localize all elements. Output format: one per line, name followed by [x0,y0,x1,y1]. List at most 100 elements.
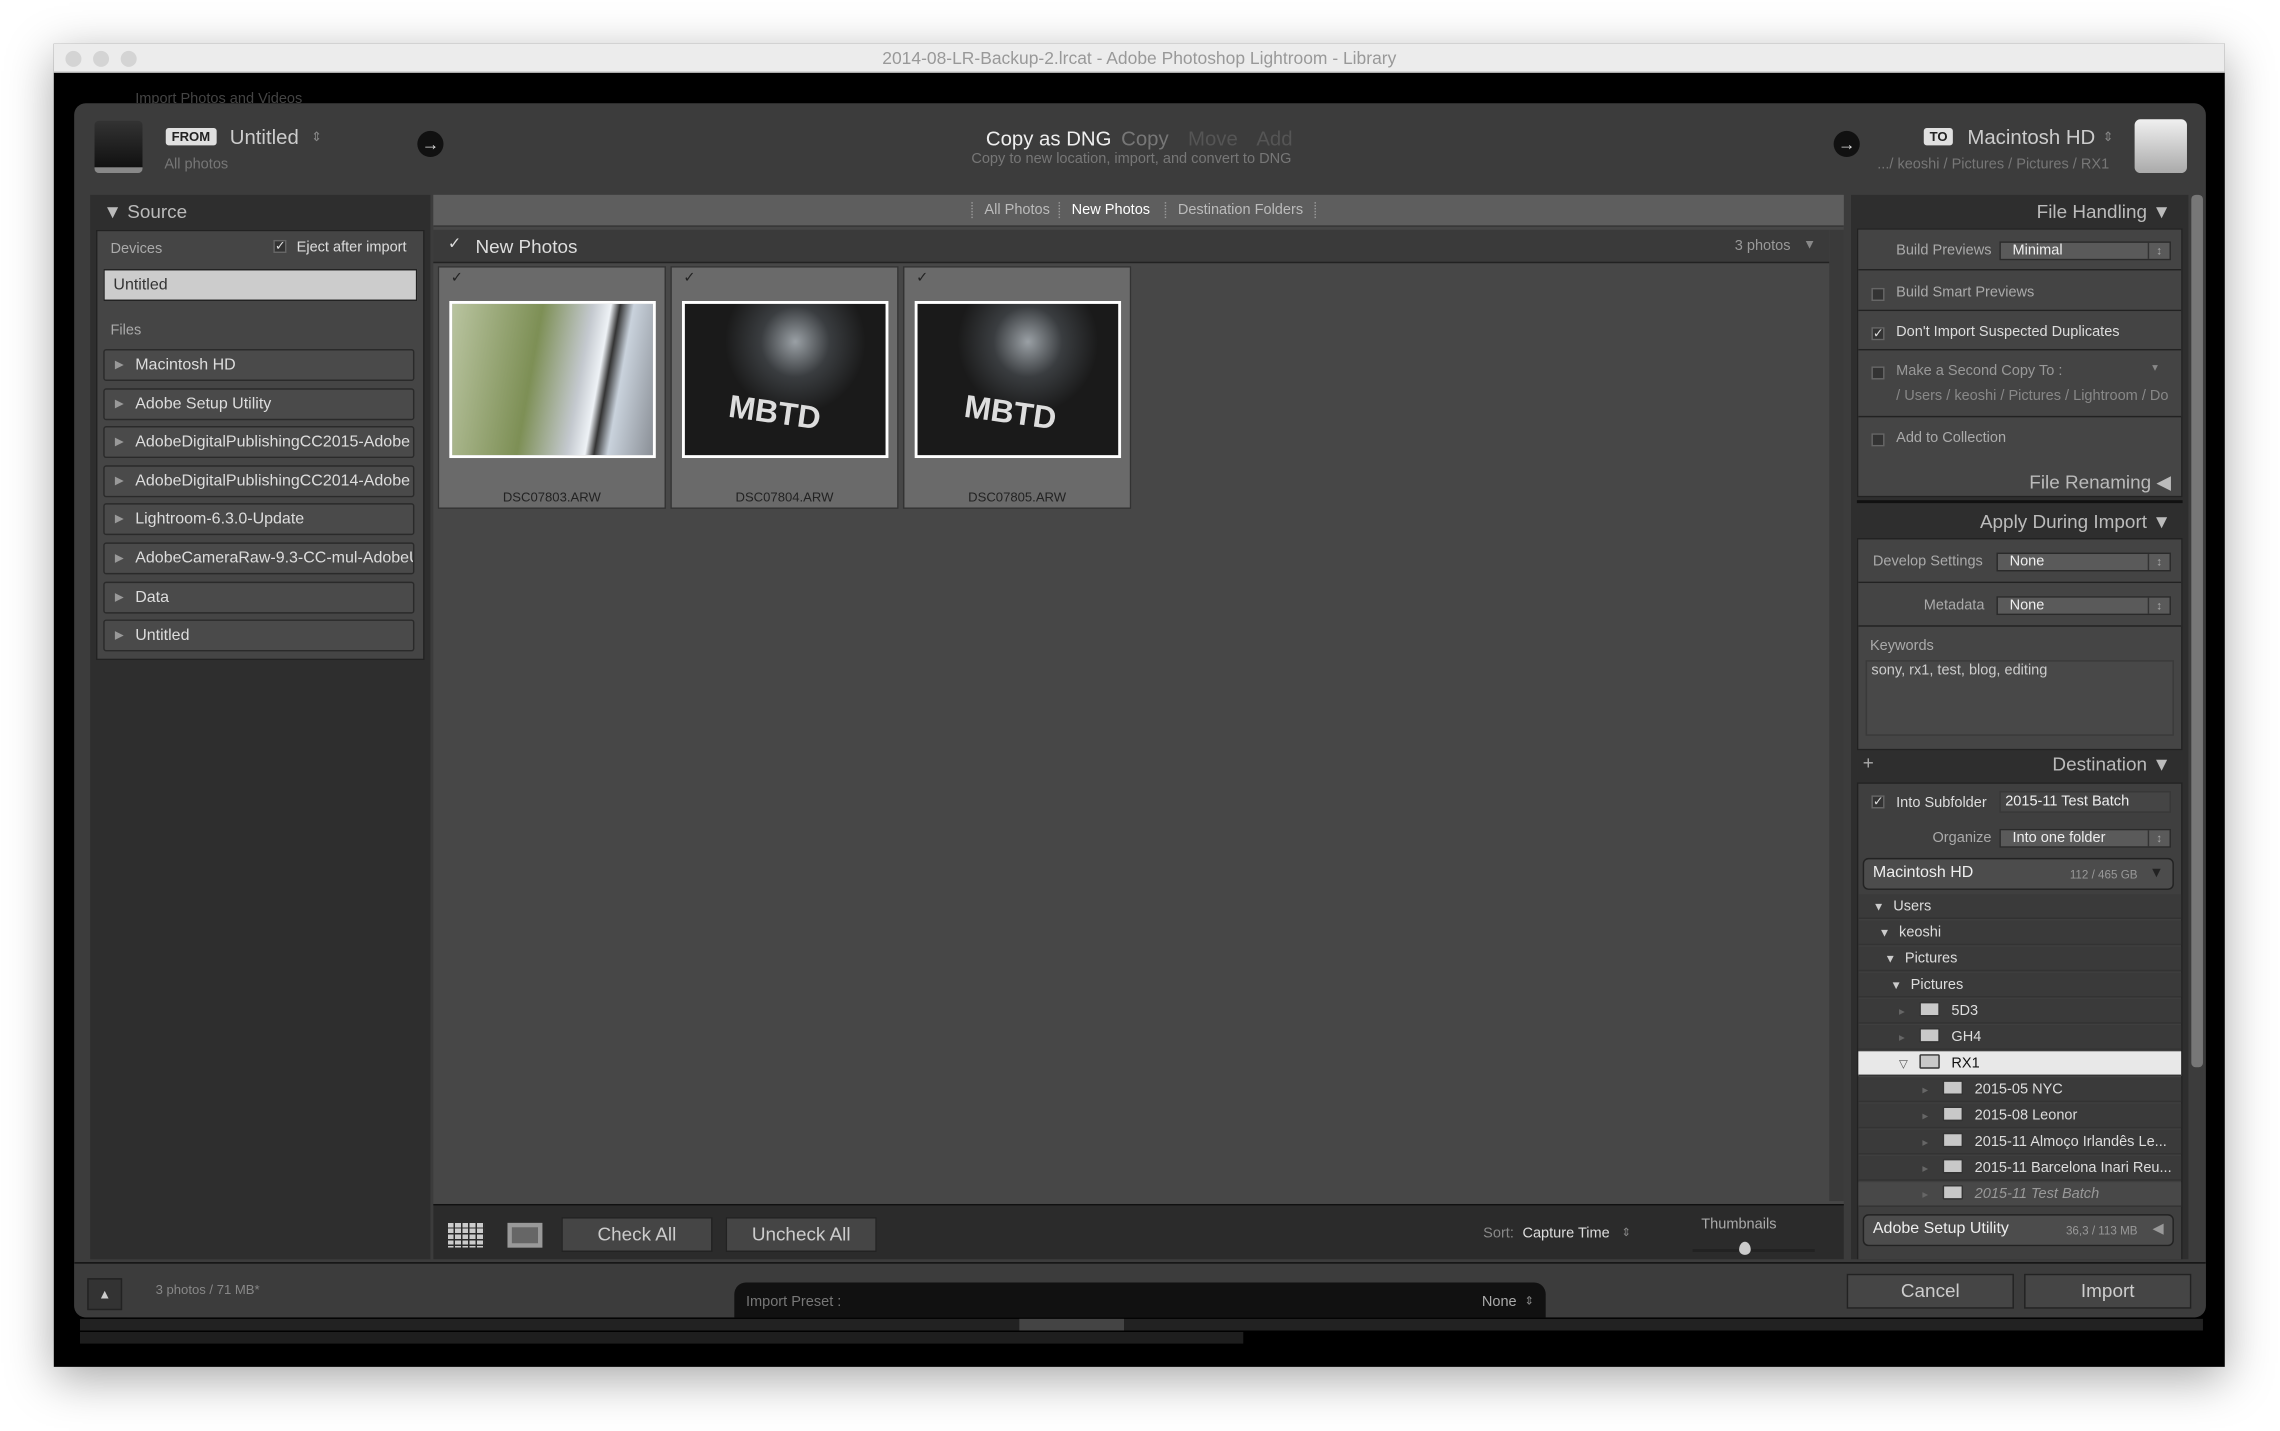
folder-row[interactable]: ▸ 5D3 [1858,998,2182,1024]
photo-cell[interactable]: ✓ DSC07803.ARW [437,266,666,509]
smart-previews-checkbox[interactable] [1871,287,1885,301]
source-file-item[interactable]: Data [103,581,415,614]
preset-select[interactable]: None [1482,1294,1517,1310]
file-handling-box: Build Previews Minimal Build Smart Previ… [1856,228,2183,498]
disclosure-open-icon[interactable]: ▼ [1873,894,1893,919]
folder-row[interactable]: ▼ Users [1858,894,2182,919]
collapse-icon[interactable]: ▼ [2149,865,2163,881]
destination-header[interactable]: Destination ▼ [2052,753,2171,775]
tab-all-photos[interactable]: All Photos [971,202,1061,219]
cancel-button[interactable]: Cancel [1846,1273,2014,1309]
disclosure-closed-icon[interactable]: ▸ [1922,1156,1942,1181]
add-destination-icon[interactable]: + [1863,752,1874,774]
loupe-view-icon[interactable] [507,1222,543,1248]
from-source-select[interactable]: Untitled [230,125,299,148]
apply-header[interactable]: Apply During Import ▼ [1980,510,2171,532]
no-duplicates-checkbox[interactable]: ✓ [1871,326,1885,341]
mode-copy[interactable]: Copy [1121,127,1169,150]
photo-checkbox[interactable]: ✓ [683,270,695,286]
subfolder-input[interactable]: 2015-11 Test Batch [1999,791,2171,813]
keywords-input[interactable]: sony, rx1, test, blog, editing [1865,660,2174,736]
disclosure-open-icon[interactable]: ▽ [1899,1051,1919,1076]
folder-label: 2015-05 NYC [1974,1081,2063,1098]
tab-new-photos[interactable]: New Photos [1058,202,1162,219]
metadata-select[interactable]: None [1996,596,2171,616]
source-file-item[interactable]: AdobeDigitalPublishingCC2015-Adobe [103,426,415,459]
collapse-icon[interactable]: ▼ [1803,237,1816,252]
subfolder-checkbox[interactable]: ✓ [1871,795,1885,809]
dropdown-icon[interactable]: ▾ [2152,361,2158,374]
folder-row-selected[interactable]: ▽ RX1 [1858,1051,2182,1077]
folder-row[interactable]: ▸ 2015-11 Almoço Irlandês Le... [1858,1129,2182,1155]
disclosure-closed-icon[interactable]: ▸ [1922,1104,1942,1129]
mode-add[interactable]: Add [1256,127,1292,150]
second-copy-checkbox[interactable] [1871,366,1885,380]
grid-view-icon[interactable] [447,1222,485,1248]
disclosure-closed-icon[interactable]: ▸ [1899,999,1919,1024]
mode-move[interactable]: Move [1188,127,1238,150]
sort-select[interactable]: Capture Time [1522,1226,1609,1242]
thumbnail-size-slider[interactable] [1692,1249,1815,1252]
to-destination-select[interactable]: Macintosh HD [1967,125,2095,148]
photo-thumbnail[interactable]: MBTD [914,300,1122,459]
mode-copy-dng[interactable]: Copy as DNG [986,127,1112,150]
device-untitled[interactable]: Untitled [103,269,418,301]
uncheck-all-button[interactable]: Uncheck All [725,1217,877,1252]
source-file-item[interactable]: AdobeCameraRaw-9.3-CC-mul-AdobeU [103,542,415,575]
filmstrip-scroll-thumb[interactable] [1019,1318,1125,1331]
photo-filename: DSC07804.ARW [735,490,834,505]
photo-thumbnail[interactable]: MBTD [681,300,889,459]
folder-row[interactable]: ▼ Pictures [1858,972,2182,998]
check-all-button[interactable]: Check All [561,1217,713,1252]
disclosure-closed-icon[interactable]: ▸ [1899,1025,1919,1050]
expand-icon[interactable]: ◀ [2152,1221,2163,1237]
folder-row[interactable]: ▼ Pictures [1858,946,2182,972]
thumbnails-label: Thumbnails [1701,1217,1777,1234]
folder-row[interactable]: ▸ 2015-08 Leonor [1858,1103,2182,1129]
filmstrip-bar [79,1318,2203,1331]
grid-scrollbar[interactable] [1829,229,1844,1202]
disclosure-open-icon[interactable]: ▼ [1890,973,1910,998]
disclosure-closed-icon[interactable]: ▸ [1922,1077,1942,1102]
develop-select[interactable]: None [1996,552,2171,572]
group-checkbox[interactable]: ✓ [448,234,461,253]
file-handling-header[interactable]: File Handling ▼ [2037,201,2171,223]
photo-checkbox[interactable]: ✓ [916,270,928,286]
devices-label: Devices [110,241,163,258]
collapse-up-button[interactable]: ▲ [87,1278,123,1311]
folder-row[interactable]: ▸ 2015-11 Barcelona Inari Reu... [1858,1156,2182,1181]
tab-destination-folders[interactable]: Destination Folders [1164,202,1317,219]
folder-row[interactable]: ▸ GH4 [1858,1025,2182,1050]
source-file-item[interactable]: Lightroom-6.3.0-Update [103,503,415,536]
source-file-item[interactable]: Adobe Setup Utility [103,387,415,420]
volume-macintosh-hd[interactable]: Macintosh HD 112 / 465 GB ▼ [1862,857,2174,890]
source-header[interactable]: ▼ Source [103,201,187,223]
title-bar: 2014-08-LR-Backup-2.lrcat - Adobe Photos… [53,43,2225,73]
disclosure-open-icon[interactable]: ▼ [1879,920,1899,945]
source-file-item[interactable]: Macintosh HD [103,348,415,381]
new-folder-row[interactable]: ▸ 2015-11 Test Batch [1858,1182,2182,1207]
photo-thumbnail[interactable] [449,300,656,459]
options-scrollbar[interactable] [2191,194,2203,1068]
source-title: Source [127,200,188,223]
folder-label: 2015-11 Barcelona Inari Reu... [1974,1160,2172,1177]
folder-row[interactable]: ▸ 2015-05 NYC [1858,1077,2182,1103]
source-file-item[interactable]: AdobeDigitalPublishingCC2014-Adobe [103,465,415,498]
eject-checkbox[interactable]: ✓ [273,239,287,254]
import-button[interactable]: Import [2024,1273,2192,1309]
source-file-item[interactable]: Untitled [103,619,415,652]
file-renaming-header[interactable]: File Renaming ◀ [2029,471,2171,494]
folder-row[interactable]: ▼ keoshi [1858,920,2182,946]
photo-checkbox[interactable]: ✓ [451,270,463,286]
build-previews-select[interactable]: Minimal [1999,241,2171,261]
add-collection-checkbox[interactable] [1871,433,1885,447]
organize-select[interactable]: Into one folder [1999,828,2171,848]
photo-cell[interactable]: ✓ MBTD DSC07804.ARW [670,266,899,509]
disclosure-closed-icon[interactable]: ▸ [1922,1130,1942,1155]
disclosure-open-icon[interactable]: ▼ [1885,947,1905,972]
slider-handle[interactable] [1739,1241,1751,1255]
eject-label: Eject after import [296,239,407,256]
disclosure-closed-icon[interactable]: ▸ [1922,1182,1942,1207]
volume-adobe-setup-utility[interactable]: Adobe Setup Utility 36,3 / 113 MB ◀ [1862,1214,2174,1247]
photo-cell[interactable]: ✓ MBTD DSC07805.ARW [902,266,1132,509]
